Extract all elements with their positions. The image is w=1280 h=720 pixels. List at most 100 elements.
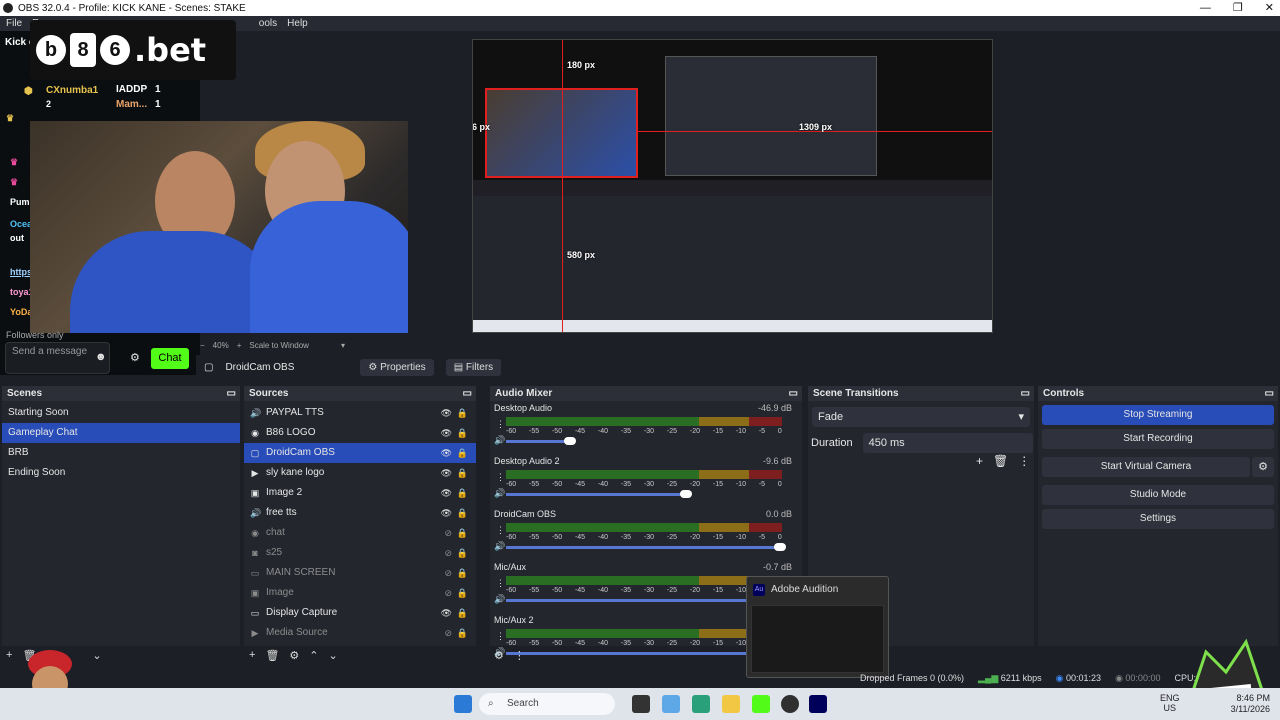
eye-icon[interactable]: 👁 <box>441 483 452 503</box>
adobe-audition-taskbar-icon[interactable] <box>809 695 827 713</box>
add-icon[interactable]: + <box>249 649 255 661</box>
speaker-icon[interactable]: 🔊 <box>494 488 505 499</box>
lock-icon[interactable]: 🔒 <box>457 503 468 523</box>
volume-slider-knob[interactable] <box>774 543 786 551</box>
volume-slider-knob[interactable] <box>564 437 576 445</box>
lock-icon[interactable]: 🔒 <box>457 623 468 643</box>
scale-mode-select[interactable]: Scale to Window <box>249 341 309 350</box>
eye-icon[interactable]: 👁 <box>441 603 452 623</box>
file-explorer-icon[interactable] <box>722 695 740 713</box>
lock-icon[interactable]: 🔒 <box>457 463 468 483</box>
menu-help[interactable]: Help <box>287 18 308 29</box>
source-item[interactable]: ▭ Display Capture 👁 🔒 <box>244 603 476 623</box>
more-icon[interactable]: ⋮ <box>1018 454 1030 468</box>
close-button[interactable]: ✕ <box>1265 0 1274 16</box>
scene-item[interactable]: BRB <box>2 443 240 463</box>
eye-icon[interactable]: 👁 <box>441 443 452 463</box>
scene-item[interactable]: Starting Soon <box>2 403 240 423</box>
lock-icon[interactable]: 🔒 <box>457 403 468 423</box>
source-item[interactable]: ◉ chat ⊘ 🔒 <box>244 523 476 543</box>
lock-icon[interactable]: 🔒 <box>457 583 468 603</box>
kick-app-icon[interactable] <box>752 695 770 713</box>
chevron-down-icon[interactable]: ⌄ <box>92 649 101 662</box>
source-item[interactable]: ▭ MAIN SCREEN ⊘ 🔒 <box>244 563 476 583</box>
copilot-icon[interactable] <box>662 695 680 713</box>
eye-off-icon[interactable]: ⊘ <box>444 563 452 583</box>
chevron-up-icon[interactable]: ⌃ <box>309 649 318 662</box>
lock-icon[interactable]: 🔒 <box>457 443 468 463</box>
gear-icon[interactable]: ⚙ <box>1252 457 1274 477</box>
speaker-icon[interactable]: 🔊 <box>494 435 505 446</box>
source-item[interactable]: ▶ Media Source ⊘ 🔒 <box>244 623 476 643</box>
filters-button[interactable]: ▤ Filters <box>445 359 502 376</box>
volume-slider[interactable] <box>506 596 780 604</box>
volume-slider[interactable] <box>506 490 692 498</box>
clock[interactable]: 8:46 PM 3/11/2026 <box>1226 693 1270 715</box>
zoom-out-button[interactable]: − <box>200 341 205 350</box>
dock-menu-icon[interactable]: ▭ <box>463 386 472 401</box>
dock-menu-icon[interactable]: ▭ <box>1265 386 1274 401</box>
source-item[interactable]: ▣ Image 2 👁 🔒 <box>244 483 476 503</box>
speaker-icon[interactable]: 🔊 <box>494 594 505 605</box>
gear-icon[interactable]: ⚙ <box>130 351 140 364</box>
gear-icon[interactable]: ⚙ <box>289 649 299 662</box>
source-item[interactable]: ◙ s25 ⊘ 🔒 <box>244 543 476 563</box>
taskbar-search[interactable]: ⌕ Search <box>479 693 615 715</box>
more-icon[interactable]: ⋮ <box>496 578 505 589</box>
lock-icon[interactable]: 🔒 <box>457 603 468 623</box>
volume-slider[interactable] <box>506 649 758 657</box>
eye-icon[interactable]: 👁 <box>441 403 452 423</box>
scene-item[interactable]: Ending Soon <box>2 463 240 483</box>
trash-icon[interactable]: 🗑 <box>265 649 279 662</box>
dock-menu-icon[interactable]: ▭ <box>789 386 798 401</box>
lock-icon[interactable]: 🔒 <box>457 483 468 503</box>
duration-input[interactable]: 450 ms <box>862 433 1033 453</box>
volume-slider[interactable] <box>506 543 786 551</box>
more-icon[interactable]: ⋮ <box>496 525 505 536</box>
lock-icon[interactable]: 🔒 <box>457 563 468 583</box>
trash-icon[interactable]: 🗑 <box>993 454 1008 468</box>
chat-link[interactable]: https <box>10 267 32 277</box>
dock-menu-icon[interactable]: ▭ <box>1021 386 1030 401</box>
eye-off-icon[interactable]: ⊘ <box>444 543 452 563</box>
lock-icon[interactable]: 🔒 <box>457 523 468 543</box>
source-item[interactable]: ◉ B86 LOGO 👁 🔒 <box>244 423 476 443</box>
source-item[interactable]: 🔊 free tts 👁 🔒 <box>244 503 476 523</box>
maximize-button[interactable]: ❐ <box>1233 0 1243 16</box>
edge-icon[interactable] <box>692 695 710 713</box>
scene-item[interactable]: Gameplay Chat <box>2 423 240 443</box>
volume-slider-knob[interactable] <box>680 490 692 498</box>
transition-type-select[interactable]: Fade ▾ <box>812 407 1030 427</box>
more-icon[interactable]: ⋮ <box>496 631 505 642</box>
chevron-down-icon[interactable]: ⌄ <box>329 649 338 662</box>
eye-off-icon[interactable]: ⊘ <box>444 523 452 543</box>
adobe-audition-thumbnail[interactable]: Au Adobe Audition <box>746 576 889 678</box>
emoji-icon[interactable]: ☻ <box>95 351 107 363</box>
more-icon[interactable]: ⋮ <box>496 472 505 483</box>
start-recording-button[interactable]: Start Recording <box>1042 429 1274 449</box>
lock-icon[interactable]: 🔒 <box>457 543 468 563</box>
source-item[interactable]: ▣ Image ⊘ 🔒 <box>244 583 476 603</box>
source-item[interactable]: ▶ sly kane logo 👁 🔒 <box>244 463 476 483</box>
add-icon[interactable]: + <box>6 649 12 661</box>
chat-send-button[interactable]: Chat <box>151 348 189 369</box>
volume-slider[interactable] <box>506 437 576 445</box>
menu-file[interactable]: File <box>6 18 22 29</box>
lock-icon[interactable]: 🔒 <box>457 423 468 443</box>
source-item[interactable]: 🔊 PAYPAL TTS 👁 🔒 <box>244 403 476 423</box>
more-icon[interactable]: ⋮ <box>496 419 505 430</box>
eye-icon[interactable]: 👁 <box>441 503 452 523</box>
add-icon[interactable]: + <box>976 454 983 468</box>
properties-button[interactable]: ⚙ Properties <box>360 359 434 376</box>
studio-mode-button[interactable]: Studio Mode <box>1042 485 1274 505</box>
speaker-icon[interactable]: 🔊 <box>494 541 505 552</box>
task-view-icon[interactable] <box>632 695 650 713</box>
gear-icon[interactable]: ⚙ <box>494 649 504 662</box>
chevron-down-icon[interactable]: ▾ <box>341 341 345 350</box>
start-virtual-camera-button[interactable]: Start Virtual Camera <box>1042 457 1250 477</box>
minimize-button[interactable]: — <box>1200 0 1211 16</box>
eye-off-icon[interactable]: ⊘ <box>444 623 452 643</box>
stop-streaming-button[interactable]: Stop Streaming <box>1042 405 1274 425</box>
dock-menu-icon[interactable]: ▭ <box>227 386 236 401</box>
eye-icon[interactable]: 👁 <box>441 463 452 483</box>
